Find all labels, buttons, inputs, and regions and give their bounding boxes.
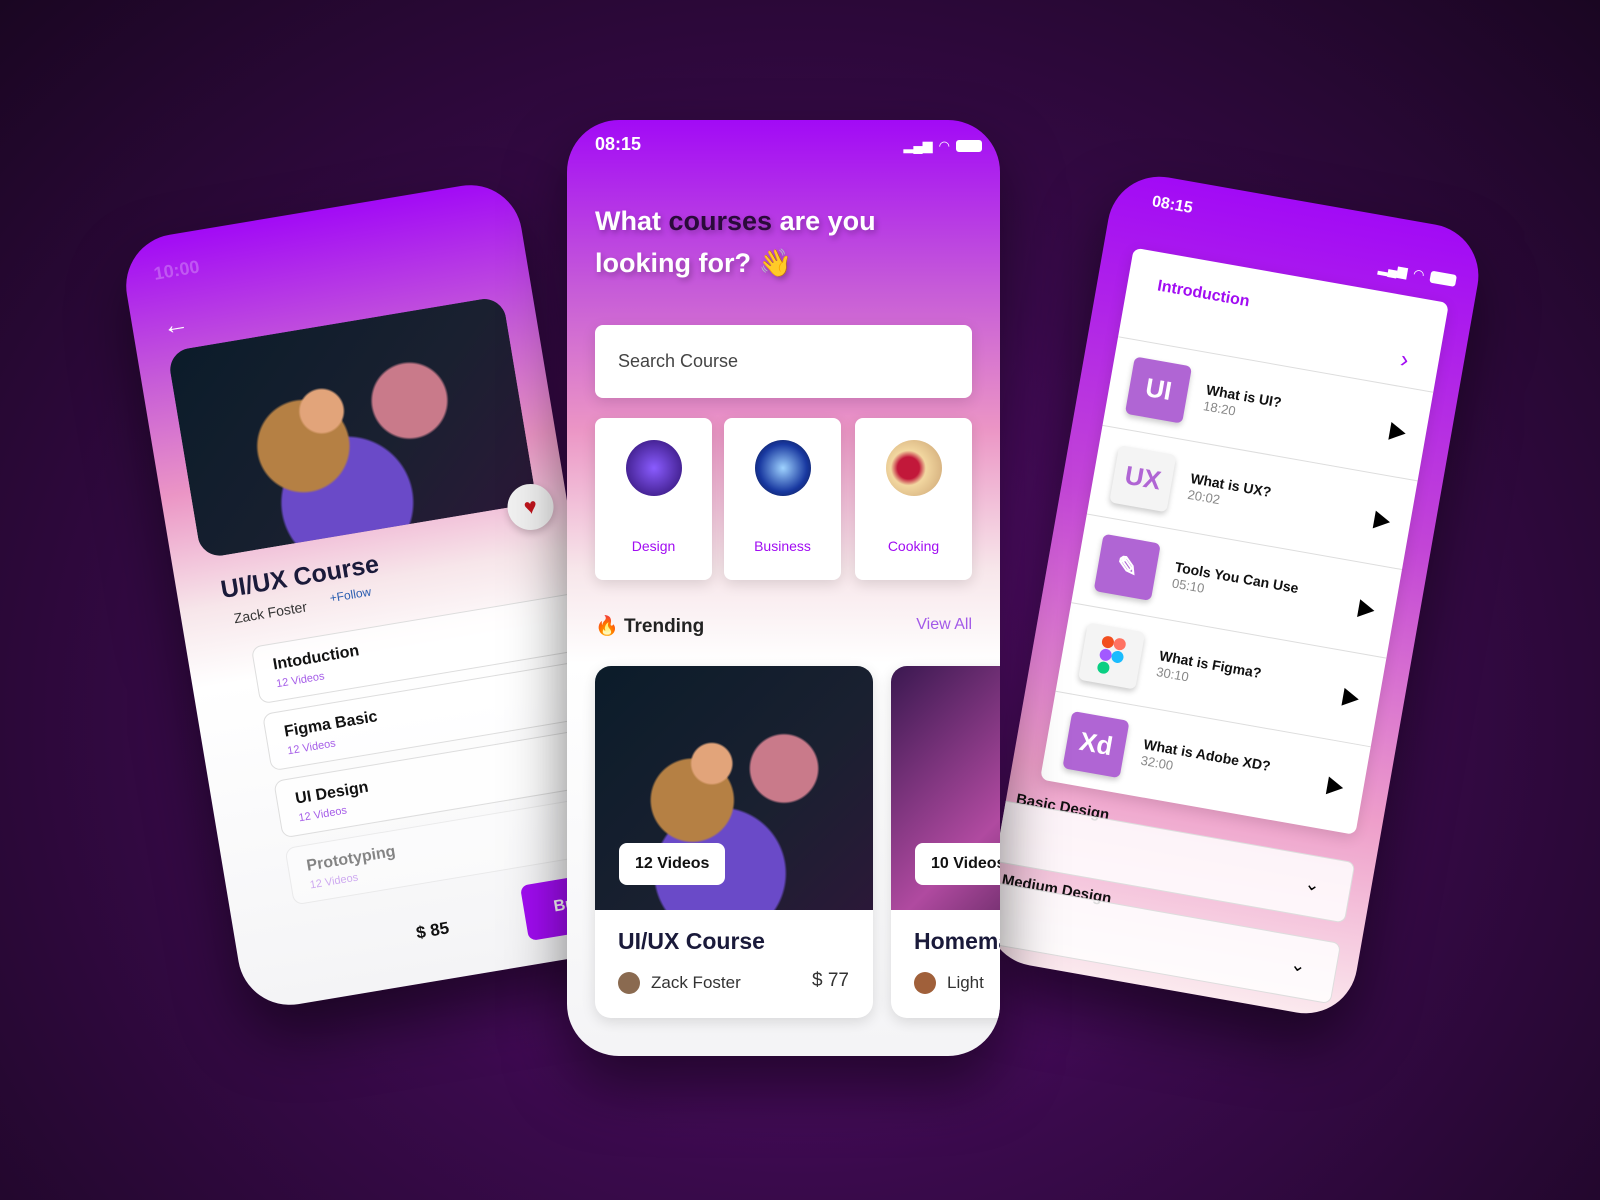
trending-heading: 🔥 Trending: [595, 616, 705, 637]
category-cooking[interactable]: Cooking: [855, 418, 972, 580]
course-image: 10 Videos: [891, 666, 1000, 910]
category-design[interactable]: Design: [595, 418, 712, 580]
section-title: Introduction: [1156, 277, 1251, 311]
play-icon: [1372, 510, 1392, 531]
design-thumbnail: [625, 440, 682, 496]
category-business[interactable]: Business: [724, 418, 841, 580]
adobe-xd-icon: Xd: [1062, 710, 1130, 778]
view-all-link[interactable]: View All: [916, 616, 972, 634]
business-thumbnail: [754, 440, 811, 496]
course-title: UI/UX Course: [618, 928, 765, 954]
lessons-phone: 08:15 ▂▄▆ ◠ Introduction › UI What is UI? 1…: [978, 168, 1487, 1022]
back-arrow-icon[interactable]: ←: [160, 307, 191, 342]
author-name: Zack Foster: [651, 973, 741, 992]
play-icon: [1341, 687, 1361, 708]
signal-icon: ▂▄▆: [1377, 259, 1409, 280]
chevron-down-icon: ⌄: [1303, 873, 1322, 896]
wifi-icon: ◠: [938, 138, 950, 153]
battery-icon: [1429, 270, 1457, 287]
author-avatar: [618, 972, 640, 994]
course-card[interactable]: 12 Videos UI/UX Course Zack Foster $ 77: [595, 666, 873, 1018]
course-hero-image: [166, 295, 537, 559]
cooking-thumbnail: [885, 440, 942, 496]
course-price: $ 77: [812, 970, 849, 991]
status-time: 10:00: [152, 256, 201, 284]
figma-icon: [1078, 621, 1146, 690]
status-icons: ▂▄▆ ◠: [1377, 260, 1457, 289]
ui-icon: UI: [1124, 355, 1193, 424]
author-name: Light: [947, 973, 984, 992]
author-name: Zack Foster: [232, 598, 309, 627]
status-time: 08:15: [595, 134, 642, 154]
video-count-badge: 10 Videos: [915, 843, 1000, 885]
signal-icon: ▂▄▆: [903, 138, 933, 153]
play-icon: [1325, 776, 1345, 797]
home-phone: 08:15 ▂▄▆ ◠ What courses are you looking f…: [567, 120, 1000, 1056]
follow-link[interactable]: +Follow: [329, 585, 372, 606]
chevron-down-icon: ⌄: [1289, 953, 1308, 977]
play-icon: [1388, 421, 1408, 442]
author-avatar: [914, 972, 936, 994]
ux-icon: UX: [1109, 444, 1177, 512]
play-icon: [1357, 598, 1377, 620]
video-count-badge: 12 Videos: [619, 843, 726, 885]
course-card[interactable]: 10 Videos Homemade Light: [891, 666, 1000, 1018]
search-input[interactable]: Search Course: [595, 325, 972, 398]
price: $ 85: [414, 918, 451, 943]
battery-icon: [956, 140, 982, 152]
course-title: Homemade: [914, 928, 1000, 954]
fire-icon: 🔥: [595, 616, 619, 637]
status-time: 08:15: [1150, 193, 1194, 218]
course-detail-phone: 10:00 ← ♥ UI/UX Course Zack Foster +Foll…: [118, 177, 642, 1013]
headline: What courses are you looking for? 👋: [595, 206, 876, 278]
introduction-section: Introduction › UI What is UI? 18:20 UX What…: [1040, 247, 1449, 835]
chevron-right-icon[interactable]: ›: [1398, 346, 1411, 375]
tools-icon: ✎: [1093, 533, 1161, 601]
wifi-icon: ◠: [1412, 265, 1426, 283]
status-icons: ▂▄▆ ◠: [903, 138, 982, 154]
course-image: 12 Videos: [595, 666, 873, 910]
